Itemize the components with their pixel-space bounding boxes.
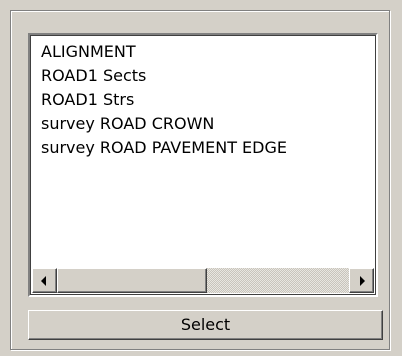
list-item[interactable]: survey ROAD PAVEMENT EDGE [39,136,372,160]
list-item[interactable]: survey ROAD CROWN [39,112,372,136]
arrow-right-icon [360,276,365,286]
horizontal-scrollbar[interactable] [32,268,374,293]
scroll-left-button[interactable] [32,268,57,293]
list-item[interactable]: ALIGNMENT [39,40,372,64]
select-button[interactable]: Select [28,310,383,340]
layer-list-items: ALIGNMENT ROAD1 Sects ROAD1 Strs survey … [39,40,372,269]
layer-listbox[interactable]: ALIGNMENT ROAD1 Sects ROAD1 Strs survey … [28,33,378,297]
arrow-left-icon [41,276,46,286]
list-item[interactable]: ROAD1 Strs [39,88,372,112]
scrollbar-thumb[interactable] [57,268,207,293]
list-item[interactable]: ROAD1 Sects [39,64,372,88]
scroll-right-button[interactable] [349,268,374,293]
